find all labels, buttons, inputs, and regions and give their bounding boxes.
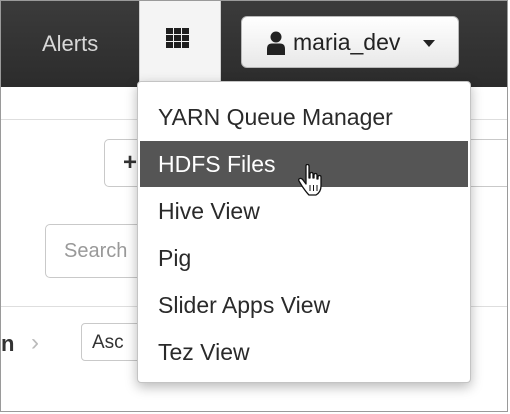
- plus-icon: +: [123, 149, 138, 176]
- caret-down-icon: [423, 40, 435, 47]
- alerts-link[interactable]: Alerts: [42, 31, 98, 57]
- menu-item-slider-apps-view[interactable]: Slider Apps View: [140, 282, 468, 328]
- views-dropdown-menu: YARN Queue Manager HDFS Files Hive View …: [137, 81, 471, 383]
- views-menu-toggle[interactable]: [139, 1, 221, 87]
- menu-item-pig[interactable]: Pig: [140, 235, 468, 281]
- screenshot-frame: + Search n › Asc Alerts maria_dev YARN Q…: [0, 0, 508, 412]
- breadcrumb-chevron-icon: ›: [31, 329, 39, 356]
- grid-icon: [166, 28, 189, 48]
- username-label: maria_dev: [293, 29, 401, 55]
- user-menu-button[interactable]: maria_dev: [241, 16, 459, 68]
- hand-pointer-cursor-icon: [298, 164, 322, 196]
- menu-item-tez-view[interactable]: Tez View: [140, 329, 468, 375]
- breadcrumb-item[interactable]: n: [1, 331, 14, 357]
- menu-item-yarn-queue-manager[interactable]: YARN Queue Manager: [140, 94, 468, 140]
- user-icon: [267, 31, 285, 55]
- top-navbar: Alerts maria_dev: [1, 1, 507, 87]
